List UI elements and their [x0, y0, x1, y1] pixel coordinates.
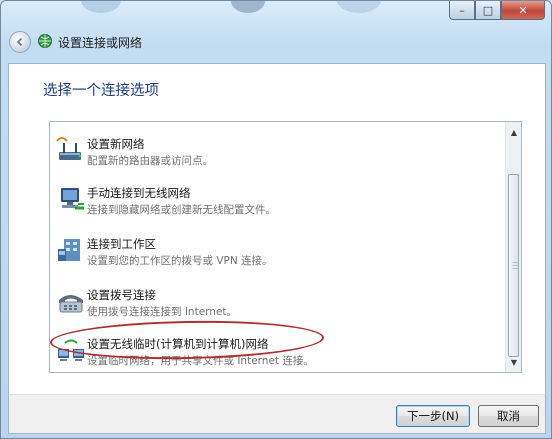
list-item-workplace[interactable]: 连接到工作区 设置到您的工作区的拨号或 VPN 连接。 — [50, 230, 506, 274]
option-title: 设置新网络 — [87, 137, 145, 151]
minimize-button[interactable]: – — [449, 1, 475, 20]
option-title: 手动连接到无线网络 — [87, 186, 191, 200]
network-wizard-icon — [38, 34, 52, 48]
workplace-vpn-icon — [58, 239, 80, 261]
vertical-scrollbar[interactable]: ▲ — — — ▼ — [505, 122, 521, 372]
page-heading: 选择一个连接选项 — [43, 83, 159, 99]
next-button[interactable]: 下一步(N) — [396, 405, 470, 427]
wizard-content: 选择一个连接选项 设置新网络 配置新的路由器或访问点。 手动连接到无线网络 连接… — [8, 63, 546, 394]
scrollbar-thumb[interactable]: — — — — [508, 174, 519, 357]
back-button[interactable] — [9, 31, 31, 53]
wireless-network-icon — [61, 188, 84, 210]
option-description: 连接到隐藏网络或创建新无线配置文件。 — [87, 204, 276, 216]
scroll-up-arrow-icon[interactable]: ▲ — [506, 124, 521, 140]
close-button[interactable]: ✕ — [501, 1, 545, 20]
list-item-manual-wireless[interactable]: 手动连接到无线网络 连接到隐藏网络或创建新无线配置文件。 — [50, 179, 506, 223]
wizard-footer: 下一步(N) 取消 — [8, 394, 546, 434]
title-bar: – □ ✕ 设置连接或网络 — [1, 1, 551, 63]
option-title: 连接到工作区 — [87, 237, 156, 251]
wizard-window: – □ ✕ 设置连接或网络 选择一个连接选项 设置新网络 配置新的路由器或访问点… — [0, 0, 552, 439]
option-description: 配置新的路由器或访问点。 — [87, 155, 213, 167]
connection-options-list[interactable]: 设置新网络 配置新的路由器或访问点。 手动连接到无线网络 连接到隐藏网络或创建新… — [49, 121, 522, 373]
option-description: 设置到您的工作区的拨号或 VPN 连接。 — [87, 255, 273, 267]
back-arrow-icon — [16, 37, 23, 47]
window-controls: – □ ✕ — [449, 1, 545, 20]
cancel-button[interactable]: 取消 — [478, 405, 539, 427]
router-icon — [56, 137, 82, 160]
scroll-down-arrow-icon[interactable]: ▼ — [506, 354, 521, 370]
dialup-modem-icon — [59, 295, 83, 313]
scrollbar-grip-icon: — — — — [512, 259, 518, 272]
option-description: 使用拨号连接连接到 Internet。 — [87, 306, 238, 318]
window-title: 设置连接或网络 — [58, 36, 143, 50]
list-item-dialup[interactable]: 设置拨号连接 使用拨号连接连接到 Internet。 — [50, 281, 506, 325]
option-title: 设置拨号连接 — [87, 288, 156, 302]
list-item-new-network[interactable]: 设置新网络 配置新的路由器或访问点。 — [50, 130, 506, 174]
maximize-button[interactable]: □ — [475, 1, 501, 20]
